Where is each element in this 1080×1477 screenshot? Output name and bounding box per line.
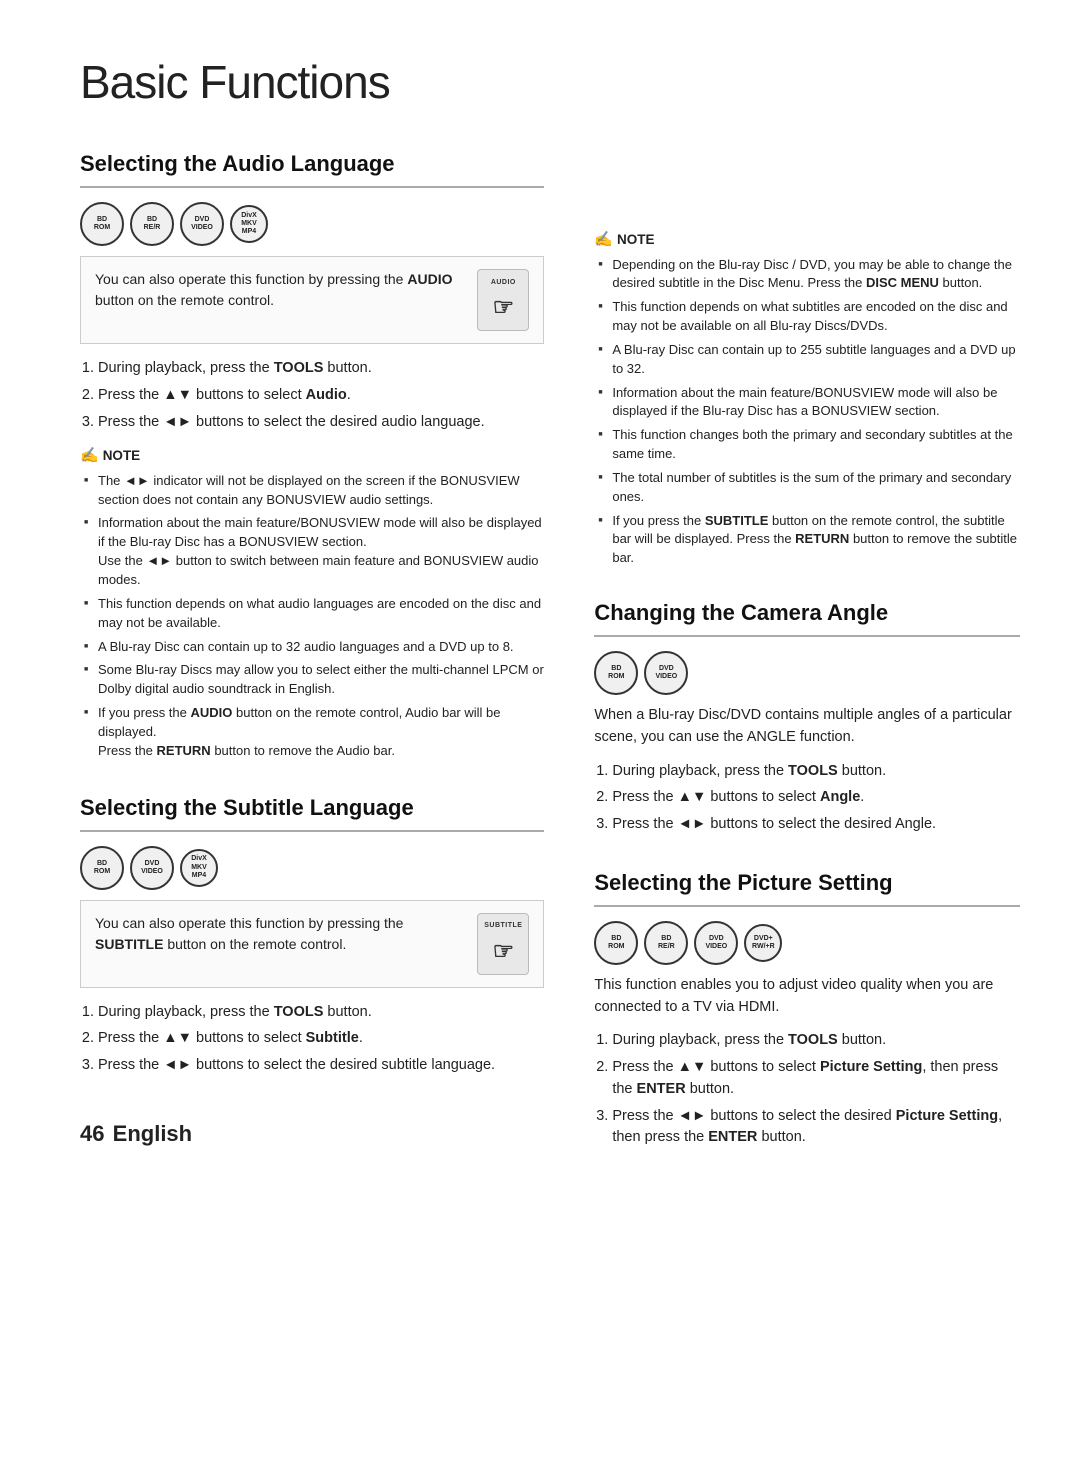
subtitle-note-label: NOTE — [617, 230, 655, 250]
subtitle-note-list: Depending on the Blu-ray Disc / DVD, you… — [594, 256, 1020, 569]
picture-step-2: Press the ▲▼ buttons to select Picture S… — [612, 1057, 1020, 1101]
subtitle-note-3: A Blu-ray Disc can contain up to 255 sub… — [598, 341, 1020, 379]
audio-note-label: NOTE — [103, 446, 141, 466]
subtitle-note-2: This function depends on what subtitles … — [598, 298, 1020, 336]
audio-note-list: The ◄► indicator will not be displayed o… — [80, 472, 544, 761]
disc-icon-bdrer-pic: BDRE/R — [644, 921, 688, 965]
audio-note-6: If you press the AUDIO button on the rem… — [84, 704, 544, 761]
subtitle-note-1: Depending on the Blu-ray Disc / DVD, you… — [598, 256, 1020, 294]
subtitle-info-text: You can also operate this function by pr… — [95, 913, 463, 955]
audio-language-title: Selecting the Audio Language — [80, 147, 544, 188]
section-camera-angle: Changing the Camera Angle BDROM DVDVIDEO… — [594, 596, 1020, 836]
disc-icon-dvdvideo-pic: DVDVIDEO — [694, 921, 738, 965]
picture-step-3: Press the ◄► buttons to select the desir… — [612, 1106, 1020, 1150]
subtitle-language-title: Selecting the Subtitle Language — [80, 791, 544, 832]
audio-remote-button: AUDIO ☞ — [477, 269, 529, 331]
disc-icon-dvdvideo: DVDVIDEO — [180, 202, 224, 246]
audio-note-5: Some Blu-ray Discs may allow you to sele… — [84, 661, 544, 699]
audio-note-section: ✍ NOTE The ◄► indicator will not be disp… — [80, 445, 544, 760]
audio-disc-icons: BDROM BDRE/R DVDVIDEO DivXMKVMP4 — [80, 202, 544, 246]
audio-note-2: Information about the main feature/BONUS… — [84, 514, 544, 589]
camera-step-2: Press the ▲▼ buttons to select Angle. — [612, 787, 1020, 809]
audio-info-box: You can also operate this function by pr… — [80, 256, 544, 344]
audio-note-1: The ◄► indicator will not be displayed o… — [84, 472, 544, 510]
subtitle-note-5: This function changes both the primary a… — [598, 426, 1020, 464]
subtitle-note-header: ✍ NOTE — [594, 229, 1020, 252]
subtitle-note-4: Information about the main feature/BONUS… — [598, 384, 1020, 422]
page-number-section: 46 English — [80, 1117, 544, 1150]
picture-steps: During playback, press the TOOLS button.… — [594, 1030, 1020, 1149]
disc-icon-bdrom-cam: BDROM — [594, 651, 638, 695]
section-subtitle-language: Selecting the Subtitle Language BDROM DV… — [80, 791, 544, 1077]
subtitle-note-section: ✍ NOTE Depending on the Blu-ray Disc / D… — [594, 229, 1020, 568]
note-icon: ✍ — [80, 445, 99, 468]
disc-icon-bdrom-pic: BDROM — [594, 921, 638, 965]
audio-note-header: ✍ NOTE — [80, 445, 544, 468]
subtitle-note-6: The total number of subtitles is the sum… — [598, 469, 1020, 507]
camera-disc-icons: BDROM DVDVIDEO — [594, 651, 1020, 695]
picture-disc-icons: BDROM BDRE/R DVDVIDEO DVD+RW/+R — [594, 921, 1020, 965]
disc-icon-dvdrwr-pic: DVD+RW/+R — [744, 924, 782, 962]
audio-note-4: A Blu-ray Disc can contain up to 32 audi… — [84, 638, 544, 657]
audio-note-3: This function depends on what audio lang… — [84, 595, 544, 633]
disc-icon-bdrom: BDROM — [80, 202, 124, 246]
subtitle-note-icon: ✍ — [594, 229, 613, 252]
disc-icon-dvdvideo-sub: DVDVIDEO — [130, 846, 174, 890]
disc-icon-divx: DivXMKVMP4 — [230, 205, 268, 243]
disc-icon-bdrer: BDRE/R — [130, 202, 174, 246]
camera-steps: During playback, press the TOOLS button.… — [594, 761, 1020, 836]
audio-steps: During playback, press the TOOLS button.… — [80, 358, 544, 433]
section-audio-language: Selecting the Audio Language BDROM BDRE/… — [80, 147, 544, 761]
page-number: 46 — [80, 1121, 104, 1146]
subtitle-step-1: During playback, press the TOOLS button. — [98, 1002, 544, 1024]
audio-step-2: Press the ▲▼ buttons to select Audio. — [98, 385, 544, 407]
subtitle-steps: During playback, press the TOOLS button.… — [80, 1002, 544, 1077]
subtitle-note-7: If you press the SUBTITLE button on the … — [598, 512, 1020, 569]
disc-icon-dvdvideo-cam: DVDVIDEO — [644, 651, 688, 695]
page-title: Basic Functions — [80, 48, 1020, 117]
audio-step-1: During playback, press the TOOLS button. — [98, 358, 544, 380]
audio-info-text: You can also operate this function by pr… — [95, 269, 463, 311]
subtitle-disc-icons: BDROM DVDVIDEO DivXMKVMP4 — [80, 846, 544, 890]
picture-setting-title: Selecting the Picture Setting — [594, 866, 1020, 907]
picture-setting-intro: This function enables you to adjust vide… — [594, 975, 1020, 1019]
disc-icon-bdrom-sub: BDROM — [80, 846, 124, 890]
audio-step-3: Press the ◄► buttons to select the desir… — [98, 412, 544, 434]
camera-angle-intro: When a Blu-ray Disc/DVD contains multipl… — [594, 705, 1020, 749]
camera-step-3: Press the ◄► buttons to select the desir… — [612, 814, 1020, 836]
section-picture-setting: Selecting the Picture Setting BDROM BDRE… — [594, 866, 1020, 1149]
disc-icon-divx-sub: DivXMKVMP4 — [180, 849, 218, 887]
page-language: English — [113, 1121, 192, 1146]
subtitle-info-box: You can also operate this function by pr… — [80, 900, 544, 988]
camera-step-1: During playback, press the TOOLS button. — [612, 761, 1020, 783]
subtitle-step-3: Press the ◄► buttons to select the desir… — [98, 1055, 544, 1077]
picture-step-1: During playback, press the TOOLS button. — [612, 1030, 1020, 1052]
subtitle-remote-button: SUBTITLE ☞ — [477, 913, 529, 975]
camera-angle-title: Changing the Camera Angle — [594, 596, 1020, 637]
subtitle-step-2: Press the ▲▼ buttons to select Subtitle. — [98, 1028, 544, 1050]
